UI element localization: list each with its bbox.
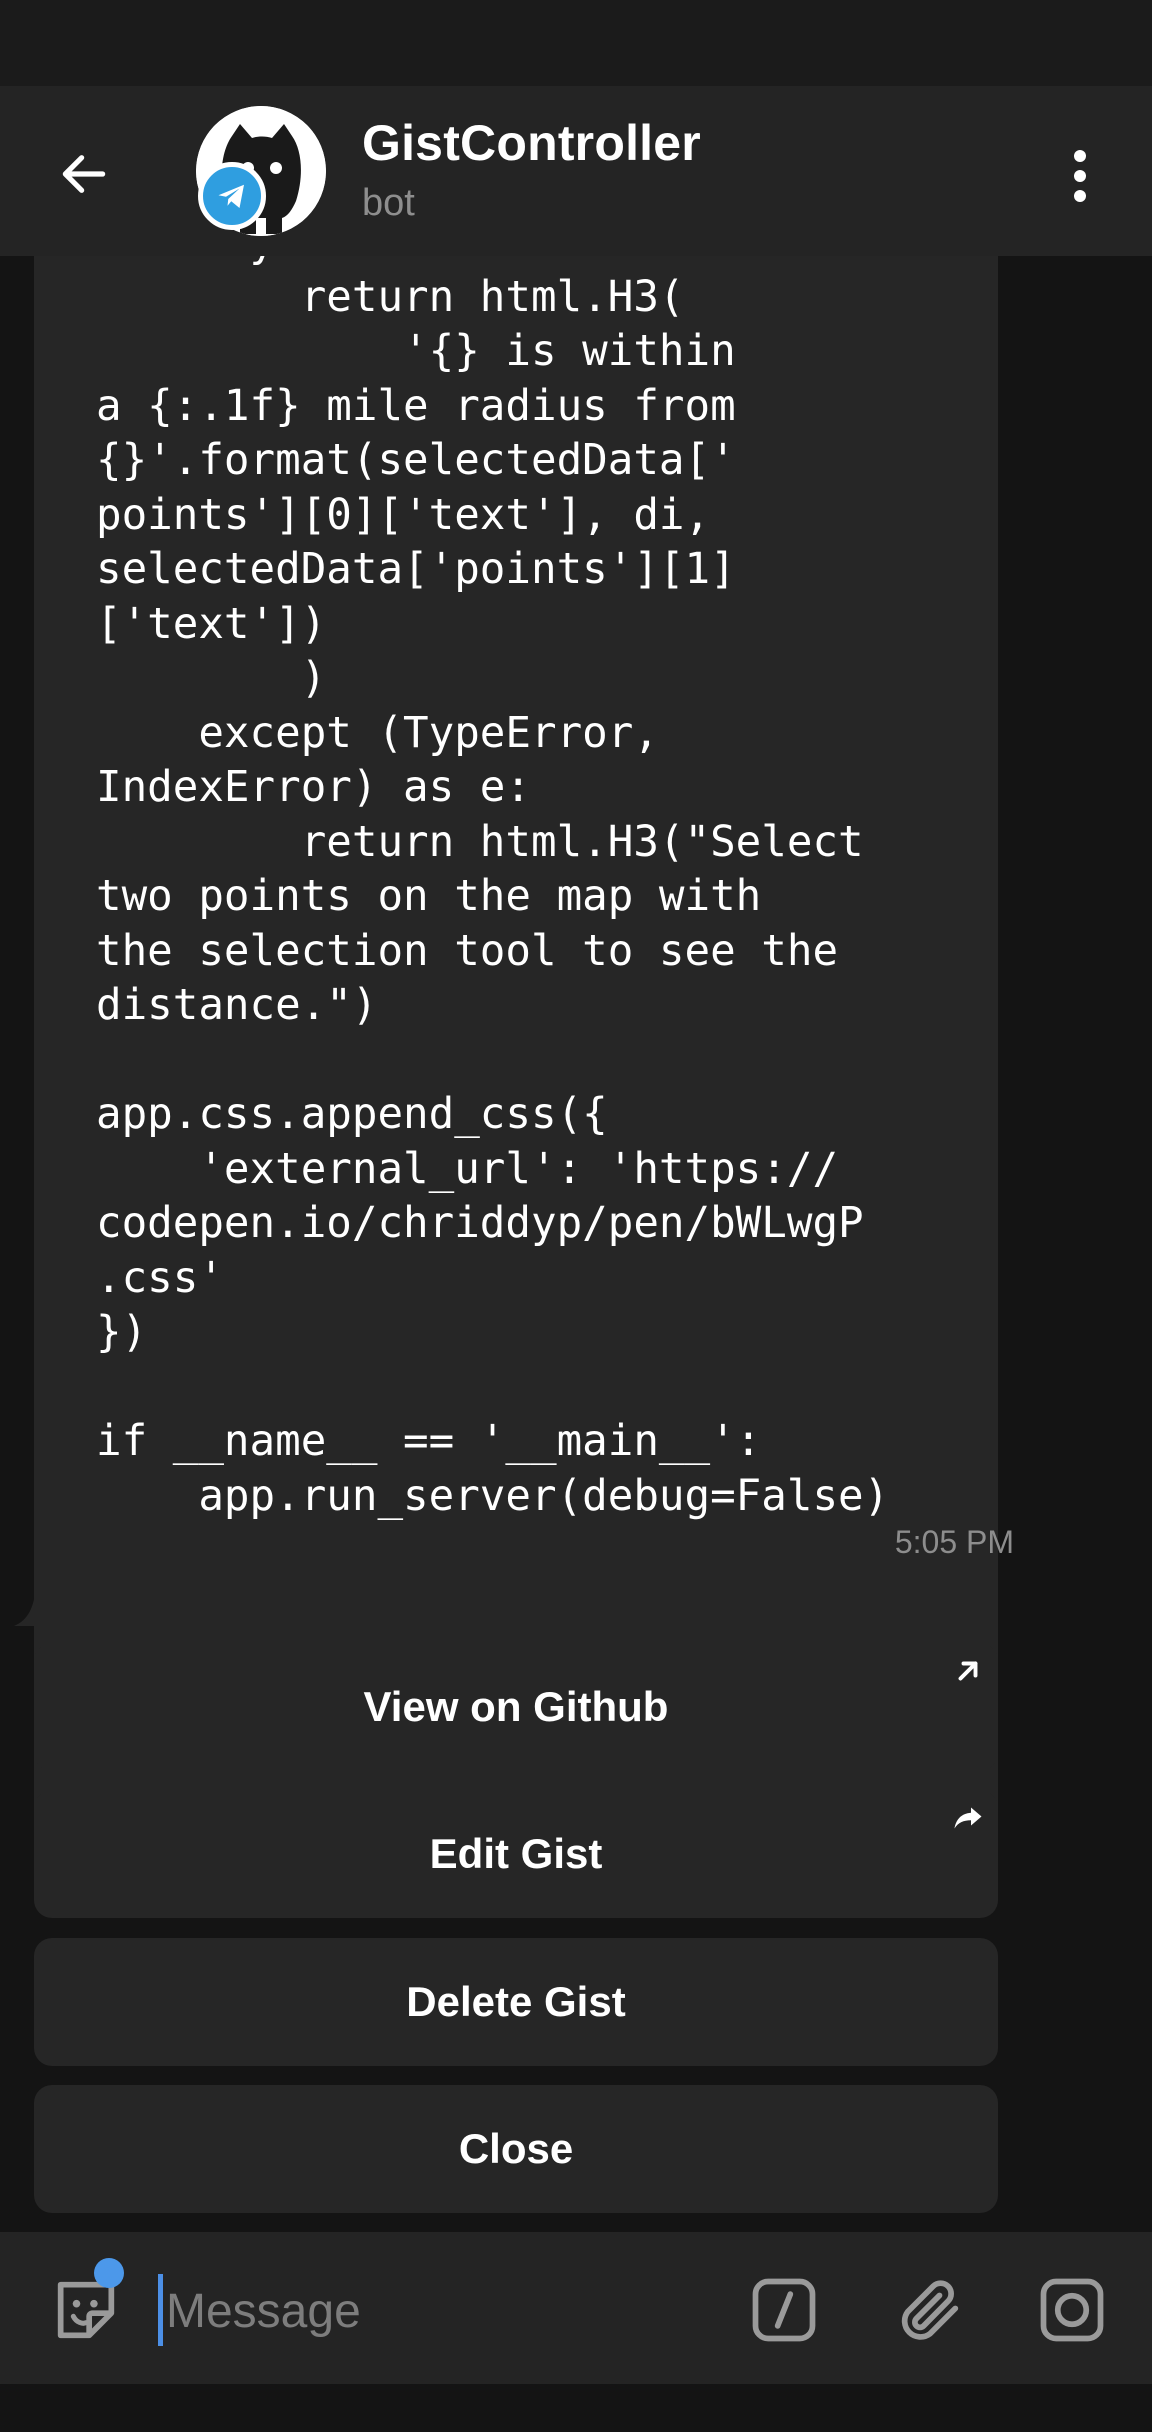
chat-subtitle: bot <box>362 182 415 224</box>
code-line: points'][0]['text'], di, <box>96 490 711 540</box>
delete-gist-button[interactable]: Delete Gist <box>34 1938 998 2066</box>
close-button[interactable]: Close <box>34 2085 998 2213</box>
chat-title: GistController <box>362 115 701 171</box>
external-link-icon <box>958 1661 978 1681</box>
code-line: two points on the map with <box>96 872 762 921</box>
code-line: IndexError) as e: <box>96 763 531 812</box>
sticker-notification-dot <box>94 2258 124 2288</box>
code-line: .css' <box>96 1253 224 1303</box>
message-input[interactable] <box>164 2268 728 2354</box>
code-block: try: return html.H3( '{} is within a {:.1… <box>96 256 889 1524</box>
telegram-plane-icon <box>218 184 244 208</box>
close-label: Close <box>458 2125 574 2172</box>
delete-gist-label: Delete Gist <box>406 1978 626 2025</box>
message-bubble[interactable]: try: return html.H3( '{} is within a {:.1… <box>34 256 1014 1872</box>
message-composer <box>0 2232 1152 2384</box>
more-vertical-icon <box>1074 150 1086 202</box>
code-line: selectedData['points'][1] <box>96 545 736 594</box>
view-on-github-label: View on Github <box>363 1683 669 1730</box>
back-button[interactable] <box>44 134 124 214</box>
edit-gist-label: Edit Gist <box>429 1830 603 1877</box>
edit-gist-button[interactable]: Edit Gist <box>34 1790 998 1918</box>
code-line: app.run_server(debug=False) <box>96 1471 890 1521</box>
view-on-github-button[interactable]: View on Github <box>34 1643 998 1771</box>
attach-button[interactable] <box>888 2268 972 2352</box>
code-line: }) <box>96 1308 148 1357</box>
status-bar <box>0 0 1152 86</box>
telegram-badge <box>198 162 266 230</box>
arrow-left-icon <box>62 155 106 193</box>
chat-area[interactable]: try: return html.H3( '{} is within a {:.1… <box>0 256 1152 2232</box>
code-line: codepen.io/chriddyp/pen/bWLwgP <box>96 1199 864 1248</box>
code-line: except (TypeError, <box>96 708 659 758</box>
navigation-bar <box>0 2384 1152 2432</box>
command-button[interactable] <box>742 2268 826 2352</box>
code-line: return html.H3("Select <box>96 817 864 867</box>
code-line: '{} is within <box>96 327 736 376</box>
more-menu-button[interactable] <box>1048 136 1112 216</box>
paperclip-icon <box>901 2280 959 2340</box>
text-cursor <box>158 2274 163 2346</box>
camera-button[interactable] <box>1030 2268 1114 2352</box>
code-line: if __name__ == '__main__': <box>96 1417 762 1466</box>
slash-command-icon <box>752 2278 816 2342</box>
code-line: a {:.1f} mile radius from <box>96 381 736 431</box>
code-line: ) <box>96 654 327 703</box>
code-line: {}'.format(selectedData[' <box>96 436 736 485</box>
message-time: 5:05 PM <box>894 1524 1014 1560</box>
code-line: try: <box>96 256 889 271</box>
camera-icon <box>1040 2278 1104 2342</box>
chat-header: GistController bot <box>0 86 1152 256</box>
share-arrow-icon <box>954 1807 982 1829</box>
code-line: 'external_url': 'https:// <box>96 1144 839 1194</box>
code-line: the selection tool to see the <box>96 926 839 976</box>
code-line: app.css.append_css({ <box>96 1090 608 1139</box>
code-line: return html.H3( <box>96 272 685 322</box>
code-line: distance.") <box>96 981 378 1030</box>
code-line: ['text']) <box>96 599 327 649</box>
